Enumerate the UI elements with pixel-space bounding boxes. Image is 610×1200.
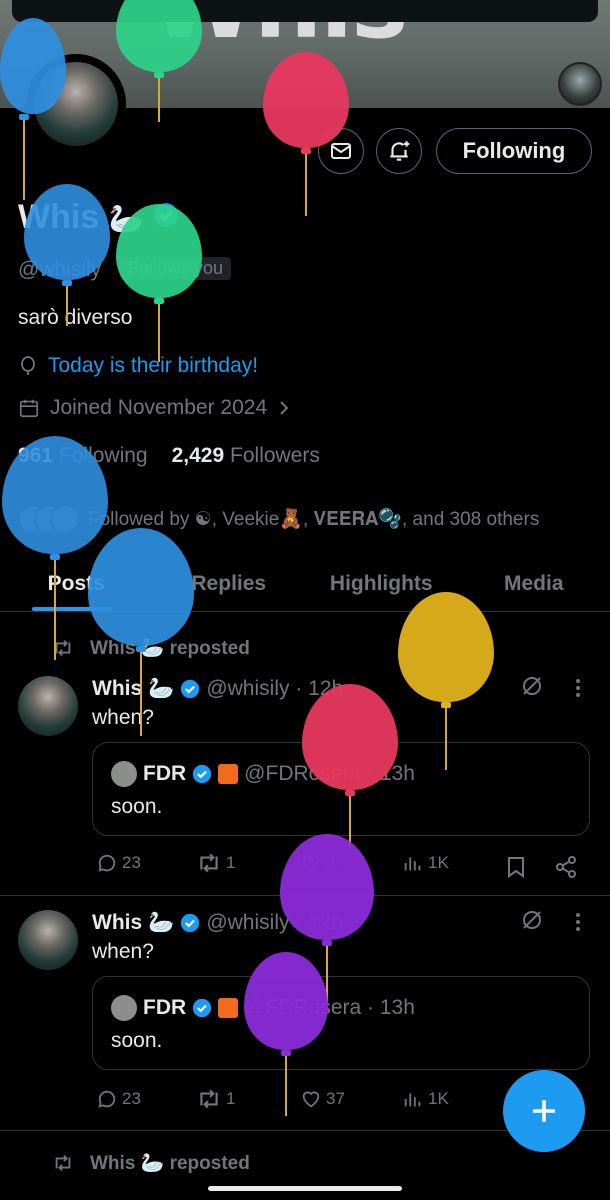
post-author[interactable]: Whis (92, 911, 142, 935)
views-icon (404, 1093, 421, 1107)
recycle-emoji-icon (218, 764, 239, 784)
birthday-text[interactable]: Today is their birthday! (48, 354, 258, 378)
views-count: 1K (428, 853, 449, 872)
post-avatar[interactable] (18, 910, 78, 970)
share-icon[interactable] (554, 855, 578, 879)
bookmark-icon[interactable] (506, 856, 526, 878)
followers-label: Followers (230, 444, 320, 467)
reply-icon (98, 1090, 116, 1108)
followed-by-text: Followed by ☯, Veekie🧸, 𝐕𝐄𝐄𝐑𝐀🫧, and 308 … (88, 509, 540, 530)
joined-text: Joined November 2024 (50, 396, 268, 419)
post-text: when? (92, 706, 154, 729)
avatar (111, 761, 137, 787)
views-icon (404, 857, 421, 871)
avatar (111, 995, 137, 1021)
like-button[interactable]: 37 (300, 1088, 345, 1110)
joined-row[interactable]: Joined November 2024 (18, 396, 291, 420)
repost-button[interactable]: 1 (196, 1088, 235, 1110)
quote-author: FDR (143, 762, 187, 785)
grok-icon[interactable] (520, 908, 544, 932)
repost-icon (55, 1155, 71, 1171)
swan-emoji-icon: 🦢 (148, 911, 175, 934)
compose-button[interactable] (503, 1070, 585, 1152)
like-count: 37 (326, 1089, 345, 1108)
header-avatar[interactable] (558, 62, 602, 106)
views-count: 1K (428, 1089, 449, 1108)
banner-top-bar (12, 0, 598, 22)
reply-count: 23 (122, 853, 141, 872)
repost-icon (200, 1089, 218, 1109)
verified-badge-icon (181, 913, 200, 933)
post-header: Whis 🦢 @whisily · 12h (92, 677, 343, 701)
repost-button[interactable]: 1 (196, 852, 235, 874)
reply-button[interactable]: 23 (96, 852, 141, 874)
plus-icon (533, 1100, 555, 1122)
post-text: when? (92, 940, 154, 963)
tab-media[interactable]: Media (458, 556, 610, 611)
repost-indicator: Whis 🦢 reposted (52, 1151, 250, 1175)
quoted-post[interactable]: FDR @FDRosera · 13h soon. (92, 976, 590, 1070)
quote-text: soon. (111, 795, 163, 818)
repost-count: 1 (226, 853, 236, 872)
balloon-icon (21, 356, 35, 375)
grok-icon[interactable] (520, 674, 544, 698)
more-options-icon[interactable] (574, 678, 582, 698)
followers-stat[interactable]: 2,429 Followers (172, 444, 320, 468)
repost-icon (200, 853, 218, 873)
calendar-icon (19, 399, 39, 418)
verified-badge-icon (181, 679, 200, 699)
verified-badge-icon (193, 764, 212, 784)
following-button[interactable]: Following (436, 128, 592, 174)
mail-icon (331, 143, 351, 159)
reply-count: 23 (122, 1089, 141, 1108)
views-button[interactable]: 1K (402, 1088, 449, 1110)
reply-icon (98, 854, 116, 872)
repost-label: Whis 🦢 reposted (90, 1153, 250, 1174)
birthday-row: Today is their birthday! (18, 354, 258, 378)
bell-plus-icon (390, 141, 410, 161)
heart-icon (302, 1091, 320, 1108)
recycle-emoji-icon (218, 998, 239, 1018)
post-avatar[interactable] (18, 676, 78, 736)
reply-button[interactable]: 23 (96, 1088, 141, 1110)
repost-count: 1 (226, 1089, 236, 1108)
notify-button[interactable] (376, 128, 422, 174)
quote-author: FDR (143, 996, 187, 1019)
swan-emoji-icon: 🦢 (148, 677, 175, 700)
followers-count: 2,429 (171, 444, 225, 467)
profile-bio: sarò diverso (18, 306, 133, 329)
post-author[interactable]: Whis (92, 677, 142, 701)
quote-text: soon. (111, 1029, 163, 1052)
more-options-icon[interactable] (574, 912, 582, 932)
home-indicator[interactable] (208, 1186, 402, 1191)
verified-badge-icon (193, 998, 212, 1018)
views-button[interactable]: 1K (402, 852, 449, 874)
chevron-right-icon (280, 401, 289, 415)
